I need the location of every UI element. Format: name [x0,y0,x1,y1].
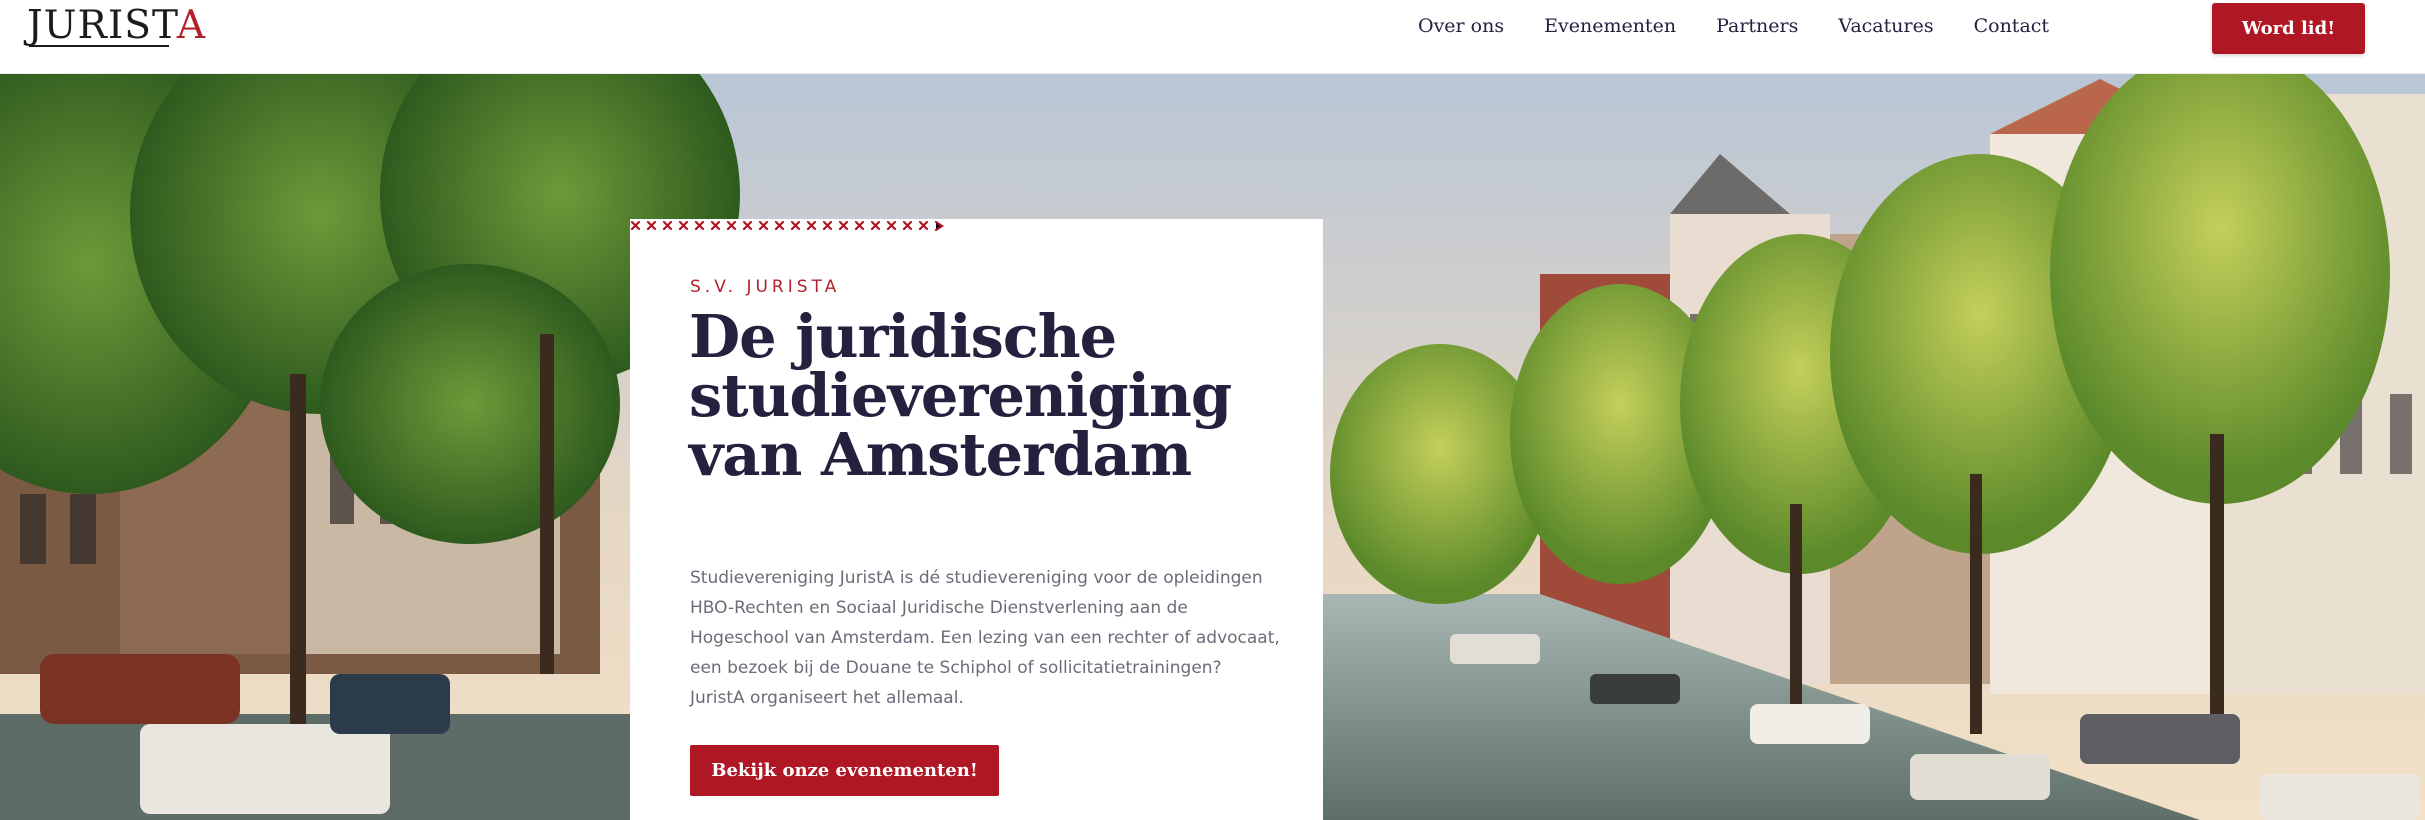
intro-text: Studievereniging JuristA is dé studiever… [690,568,1280,708]
main-nav: Over ons Evenementen Partners Vacatures … [1418,14,2049,38]
hero-section: S.V. JURISTA De juridische studieverenig… [0,74,2425,820]
nav-link-vacatures[interactable]: Vacatures [1838,14,1933,38]
site-header: JURISTA Over ons Evenementen Partners Va… [0,0,2425,74]
logo-wordmark: JURISTA [27,3,207,48]
eyebrow-label: S.V. JURISTA [690,277,841,297]
nav-link-over-ons[interactable]: Over ons [1418,14,1504,38]
page-title: De juridische studievereniging van Amste… [689,302,1232,489]
cross-pattern-divider [630,220,944,232]
word-lid-button[interactable]: Word lid! [2212,3,2365,54]
nav-link-contact[interactable]: Contact [1974,14,2049,38]
jurista-logo[interactable]: JURISTA [27,6,205,48]
nav-link-partners[interactable]: Partners [1716,14,1798,38]
nav-link-evenementen[interactable]: Evenementen [1544,14,1676,38]
intro-card: S.V. JURISTA De juridische studieverenig… [630,219,1323,820]
bekijk-evenementen-button[interactable]: Bekijk onze evenementen! [690,745,999,796]
logo-underline [29,45,169,47]
